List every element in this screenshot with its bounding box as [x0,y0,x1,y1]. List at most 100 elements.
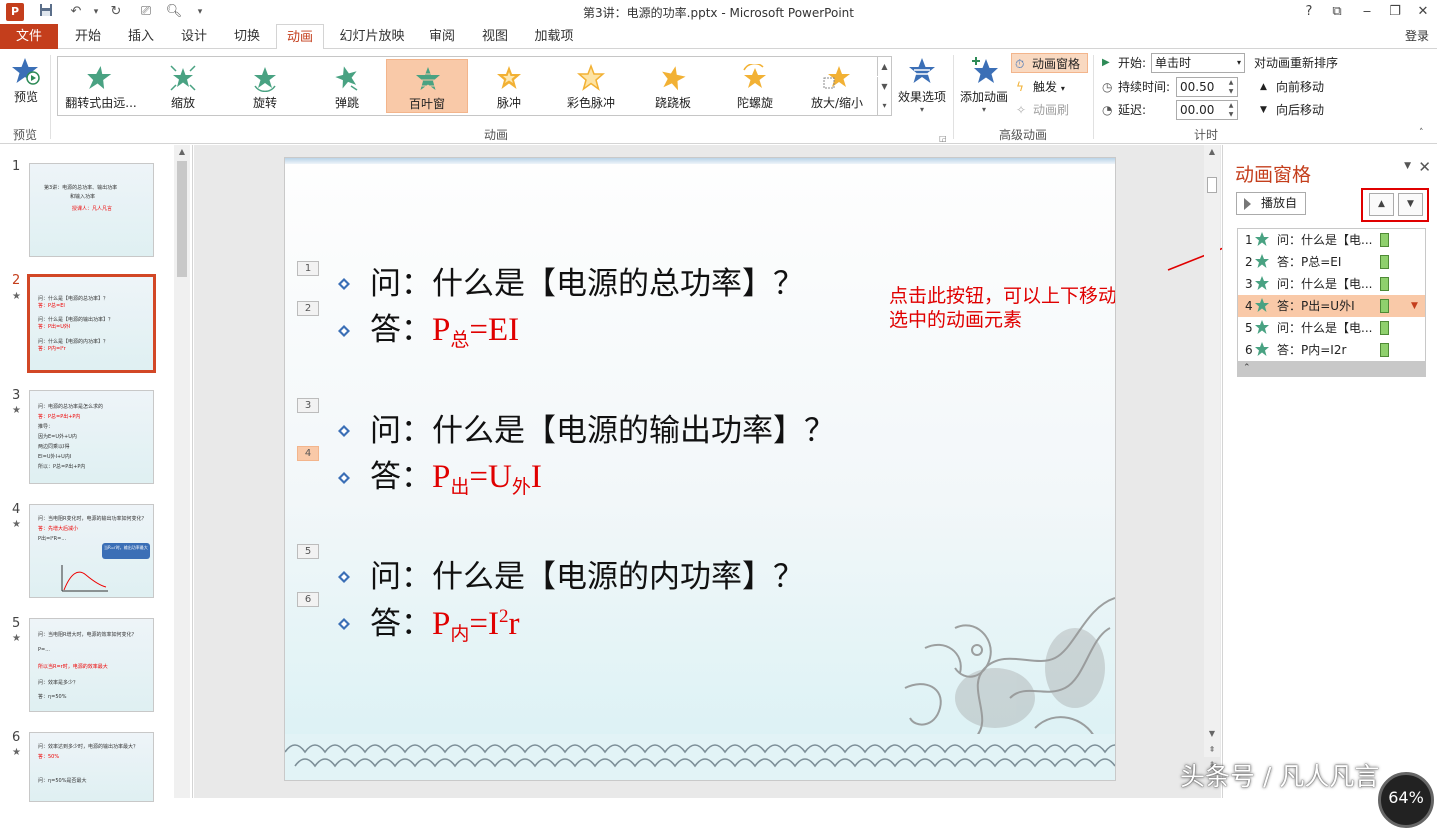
tab-insert[interactable]: 插入 [119,24,163,49]
gallery-item-blinds[interactable]: 百叶窗 [386,59,468,113]
scroll-down-icon[interactable]: ▼ [1204,727,1220,741]
gallery-item-grow-shrink[interactable]: 放大/缩小 [796,59,878,113]
gallery-item-bounce[interactable]: 弹跳 [306,59,388,113]
effect-options-button[interactable]: 效果选项 ▾ [895,56,949,114]
collapse-ribbon-icon[interactable]: ˄ [1419,123,1424,143]
gallery-label: 弹跳 [334,96,359,110]
move-down-button[interactable]: ▼ [1398,193,1423,216]
close-icon[interactable]: ✕ [1411,2,1435,22]
gallery-item-color-pulse[interactable]: 彩色脉冲 [550,59,632,113]
slide-thumbnail-3[interactable]: 问：电源的总功率是怎么求的 答：P总=P出+P内 推导： 因为E=U外+U内 两… [29,390,154,484]
animation-star-icon: ★ [12,519,21,530]
thumbnail-scrollbar[interactable]: ▲ [174,145,190,798]
slide-scrollbar[interactable]: ▲ ▼ [1204,145,1220,757]
move-earlier-button[interactable]: ▲ 向前移动 [1260,77,1324,97]
animation-tag[interactable]: 5 [297,544,319,559]
animation-tag[interactable]: 2 [297,301,319,316]
delay-input[interactable]: 00.00 ▲ ▼ [1176,100,1238,120]
gallery-scroll-down-icon[interactable]: ▼ [877,77,891,96]
gallery-item-flip[interactable]: 翻转式由远... [60,59,142,113]
list-item-selected[interactable]: 4 答：P出=U外I ▼ [1238,295,1425,317]
tab-slideshow[interactable]: 幻灯片放映 [333,24,411,49]
tab-view[interactable]: 视图 [473,24,517,49]
tab-addins[interactable]: 加载项 [526,24,582,49]
animation-tag[interactable]: 3 [297,398,319,413]
watermark: 头条号 / 凡人凡言 [1180,762,1380,791]
timing-bar[interactable] [1380,255,1389,269]
thumb-text: 问：η=50%是否最大 [38,778,87,784]
answer-1[interactable]: 答：P总=EI [370,304,519,352]
slide-thumbnail-2[interactable]: 问：什么是【电源的总功率】？ 答：P总=EI 问：什么是【电源的输出功率】？ 答… [27,274,156,373]
tab-transitions[interactable]: 切换 [225,24,269,49]
move-later-button[interactable]: ▼ 向后移动 [1260,100,1324,120]
start-select[interactable]: 单击时 ▾ [1151,53,1245,73]
collapse-list-icon[interactable]: ⌃ [1238,361,1425,376]
preview-button[interactable]: 预览 [6,56,46,105]
question-3[interactable]: 问：什么是【电源的内功率】？ [370,551,804,596]
tab-animations[interactable]: 动画 [276,24,324,50]
scroll-up-icon[interactable]: ▲ [174,145,190,159]
gallery-item-pulse[interactable]: 脉冲 [468,59,550,113]
gallery-item-zoom[interactable]: 缩放 [142,59,224,113]
animation-pane-button[interactable]: ⏱ 动画窗格 [1011,53,1088,73]
list-item[interactable]: 5 问：什么是【电... [1238,317,1425,339]
move-up-button[interactable]: ▲ [1369,193,1394,216]
list-item[interactable]: 3 问：什么是【电... [1238,273,1425,295]
item-dropdown-icon[interactable]: ▼ [1411,295,1418,317]
delay-spinner[interactable]: ▲ ▼ [1225,101,1237,119]
separator [50,55,51,139]
scrollbar-thumb[interactable] [177,161,187,277]
help-button[interactable]: ? [1297,2,1321,22]
timing-bar[interactable] [1380,343,1389,357]
thumb-text: 因为E=U外+U内 [38,434,77,440]
tab-design[interactable]: 设计 [172,24,216,49]
play-from-button[interactable]: 播放自 [1236,192,1306,215]
item-text: 答：P出=U外I [1277,299,1355,313]
thumb-text: 问：什么是【电源的内功率】？ [38,339,109,345]
animation-tag-selected[interactable]: 4 [297,446,319,461]
tab-review[interactable]: 审阅 [420,24,464,49]
list-item[interactable]: 2 答：P总=EI [1238,251,1425,273]
add-animation-button[interactable]: 添加动画 ▾ [957,56,1011,114]
delay-clock-icon: ◔ [1102,103,1113,117]
slide-canvas[interactable]: 1 2 3 4 5 6 问：什么是【电源的总功率】？ 答：P总=EI 问：什么是… [284,157,1116,781]
question-1[interactable]: 问：什么是【电源的总功率】？ [370,258,804,303]
list-item[interactable]: 1 问：什么是【电... [1238,229,1425,251]
signin-link[interactable]: 登录 [1405,27,1429,44]
scrollbar-thumb[interactable] [1207,177,1217,193]
animation-star-icon: ★ [12,405,21,416]
gallery-scroll-up-icon[interactable]: ▲ [877,57,891,76]
answer-3[interactable]: 答：P内=I2r [370,598,519,646]
restore-icon[interactable]: ❐ [1383,2,1407,22]
answer-2[interactable]: 答：P出=U外I [370,451,542,499]
animation-tag[interactable]: 6 [297,592,319,607]
duration-spinner[interactable]: ▲ ▼ [1225,78,1237,96]
minimize-icon[interactable]: ‒ [1355,2,1379,22]
trigger-button[interactable]: ϟ 触发 ▾ [1013,77,1083,97]
slide-thumbnail-4[interactable]: 问：当电阻R变化时，电源的输出功率如何变化？ 答：先增大后减小 P出=I²R=.… [29,504,154,598]
animation-tag[interactable]: 1 [297,261,319,276]
slide-thumbnail-5[interactable]: 问：当电阻R增大时，电源的效率如何变化？ P=... 所以当R=r时，电源的效率… [29,618,154,712]
question-2[interactable]: 问：什么是【电源的输出功率】？ [370,405,835,450]
gallery-item-gyro[interactable]: 陀螺旋 [714,59,796,113]
timing-bar[interactable] [1380,233,1389,247]
animation-painter-button[interactable]: ✧ 动画刷 [1013,100,1083,120]
gallery-more-icon[interactable]: ▾ [877,96,891,116]
gallery-item-spin[interactable]: 旋转 [224,59,306,113]
timing-bar[interactable] [1380,299,1389,313]
previous-slide-icon[interactable]: ⇞ [1204,743,1220,757]
tab-file[interactable]: 文件 [0,24,58,49]
duration-input[interactable]: 00.50 ▲ ▼ [1176,77,1238,97]
scroll-up-icon[interactable]: ▲ [1204,145,1220,159]
formula-mid: =I [469,606,499,642]
pane-options-icon[interactable]: ▼ [1404,161,1411,171]
tab-home[interactable]: 开始 [66,24,110,49]
timing-bar[interactable] [1380,321,1389,335]
gallery-item-teeter[interactable]: 跷跷板 [632,59,714,113]
close-icon[interactable]: ✕ [1418,158,1431,176]
ribbon-display-icon[interactable]: ⧉ [1325,2,1349,22]
slide-thumbnail-6[interactable]: 问：效率达到多少时，电源的输出功率最大？ 答：50% 问：η=50%是否最大 [29,732,154,802]
list-item[interactable]: 6 答：P内=I2r [1238,339,1425,361]
slide-thumbnail-1[interactable]: 第3讲：电源的总功率、输出功率 和输入功率 授课人：凡人凡言 [29,163,154,257]
timing-bar[interactable] [1380,277,1389,291]
